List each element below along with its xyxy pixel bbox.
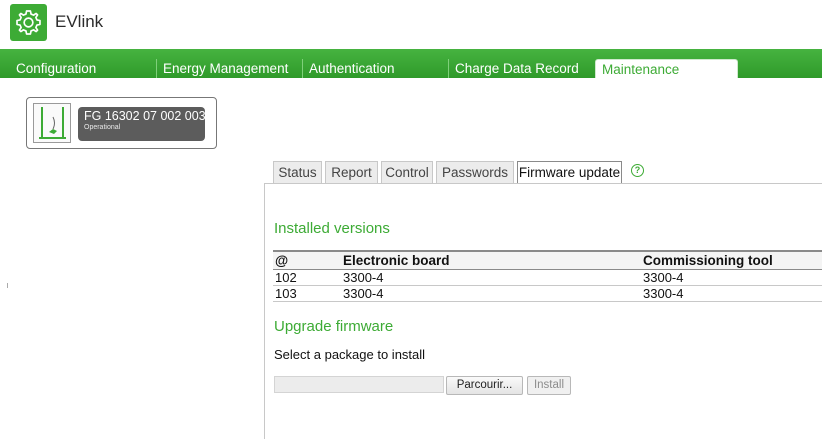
station-id: FG 16302 07 002 003 [84, 109, 206, 123]
installed-versions-title: Installed versions [274, 220, 390, 237]
table-cell: 3300-4 [641, 285, 822, 302]
table-cell: 102 [273, 269, 341, 286]
upgrade-firmware-title: Upgrade firmware [274, 318, 394, 335]
tab-firmware-update[interactable]: Firmware update [517, 161, 622, 183]
column-header: @ [273, 250, 341, 270]
table-cell: 3300-4 [341, 285, 641, 302]
gear-icon [16, 10, 41, 35]
select-package-label: Select a package to install [274, 347, 426, 362]
nav-tab-authentication[interactable]: Authentication [302, 59, 445, 78]
divider [7, 283, 8, 288]
table-cell: 3300-4 [341, 269, 641, 286]
logo [10, 4, 47, 41]
install-button[interactable]: Install [527, 376, 571, 395]
table-cell: 103 [273, 285, 341, 302]
table-row: 103 3300-4 3300-4 [273, 285, 822, 302]
nav-tab-charge-data-record[interactable]: Charge Data Record [448, 59, 591, 78]
tab-status[interactable]: Status [273, 161, 322, 183]
nav-tab-configuration[interactable]: Configuration [10, 59, 153, 78]
nav-tab-maintenance[interactable]: Maintenance [595, 59, 738, 78]
browse-button[interactable]: Parcourir... [446, 376, 523, 395]
charging-station-icon [33, 103, 71, 143]
column-header: Commissioning tool [641, 250, 822, 270]
nav-tab-energy-management[interactable]: Energy Management [156, 59, 299, 78]
station-info: FG 16302 07 002 003 Operational [78, 107, 206, 141]
station-status: Operational [84, 124, 121, 131]
help-icon[interactable]: ? [631, 164, 644, 177]
file-path-field[interactable] [274, 376, 444, 393]
table-header-row: @ Electronic board Commissioning tool [273, 250, 822, 270]
tab-report[interactable]: Report [325, 161, 378, 183]
table-cell: 3300-4 [641, 269, 822, 286]
installed-versions-table: @ Electronic board Commissioning tool 10… [273, 250, 822, 302]
column-header: Electronic board [341, 250, 641, 270]
app-title: EVlink [55, 12, 104, 31]
table-row: 102 3300-4 3300-4 [273, 269, 822, 286]
station-card[interactable]: FG 16302 07 002 003 Operational [26, 97, 217, 149]
tab-control[interactable]: Control [381, 161, 433, 183]
tab-passwords[interactable]: Passwords [436, 161, 514, 183]
